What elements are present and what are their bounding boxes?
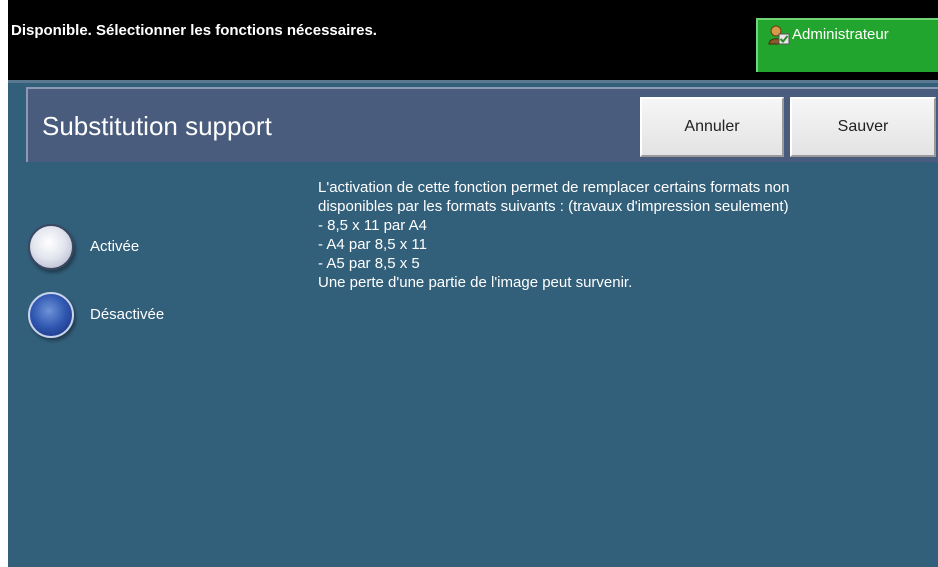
description-line: L'activation de cette fonction permet de… bbox=[318, 179, 790, 196]
status-bar: Disponible. Sélectionner les fonctions n… bbox=[8, 0, 938, 83]
radio-button-disabled[interactable] bbox=[28, 292, 74, 338]
option-disabled-label: Désactivée bbox=[90, 306, 165, 323]
description-line: Une perte d'une partie de l'image peut s… bbox=[318, 274, 633, 291]
administrator-button[interactable]: Administrateur bbox=[756, 18, 938, 72]
description-line: - 8,5 x 11 par A4 bbox=[318, 217, 427, 234]
option-enabled-label: Activée bbox=[90, 238, 140, 255]
description-line: - A4 par 8,5 x 11 bbox=[318, 236, 427, 253]
page-title: Substitution support bbox=[42, 111, 272, 141]
administrator-label: Administrateur bbox=[792, 26, 889, 43]
description-line: disponibles par les formats suivants : (… bbox=[318, 198, 789, 215]
touch-screen: Disponible. Sélectionner les fonctions n… bbox=[8, 0, 938, 567]
administrator-icon bbox=[768, 25, 790, 45]
save-button[interactable]: Sauver bbox=[790, 97, 936, 157]
description-text: L'activation de cette fonction permet de… bbox=[318, 178, 928, 292]
cancel-button[interactable]: Annuler bbox=[640, 97, 784, 157]
radio-button-enabled[interactable] bbox=[28, 224, 74, 270]
header-panel: Substitution support Annuler Sauver bbox=[26, 87, 938, 162]
status-message: Disponible. Sélectionner les fonctions n… bbox=[11, 22, 377, 39]
description-line: - A5 par 8,5 x 5 bbox=[318, 255, 420, 272]
